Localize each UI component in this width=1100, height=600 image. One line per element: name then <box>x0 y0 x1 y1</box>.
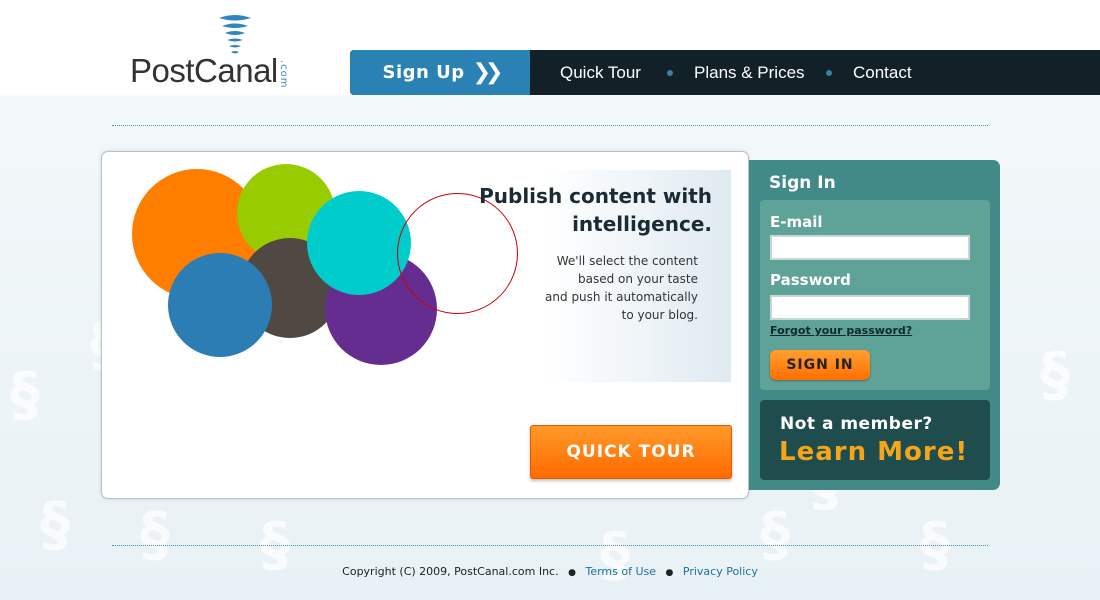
nav-separator-dot <box>667 70 673 76</box>
quick-tour-button[interactable]: QUICK TOUR <box>530 425 732 479</box>
site-logo[interactable]: PostCanal .com <box>130 12 305 92</box>
header-divider <box>112 125 988 126</box>
main-nav: Sign Up ❯❯ Quick Tour Plans & Prices Con… <box>350 50 1100 95</box>
footer-divider <box>112 545 988 546</box>
learn-more-box[interactable]: Not a member? Learn More! <box>760 400 990 480</box>
password-field[interactable] <box>770 295 970 320</box>
nav-item-contact[interactable]: Contact <box>853 50 912 95</box>
member-question: Not a member? <box>780 414 933 434</box>
footer: Copyright (C) 2009, PostCanal.com Inc. ●… <box>0 565 1100 578</box>
forgot-password-link[interactable]: Forgot your password? <box>770 324 912 337</box>
learn-more-link[interactable]: Learn More! <box>779 437 968 467</box>
signin-button[interactable]: SIGN IN <box>770 350 870 380</box>
logo-suffix: .com <box>278 60 289 89</box>
nav-separator-dot <box>826 70 832 76</box>
signin-title: Sign In <box>769 173 836 193</box>
signin-form: E-mail Password Forgot your password? SI… <box>760 200 990 390</box>
privacy-link[interactable]: Privacy Policy <box>683 565 758 578</box>
promo-headline: Publish content with intelligence. <box>479 184 712 236</box>
promo-panel: Publish content with intelligence. We'll… <box>101 151 749 499</box>
footer-separator: ● <box>665 568 674 578</box>
password-label: Password <box>770 271 851 289</box>
email-label: E-mail <box>770 213 823 231</box>
cyan-circle <box>307 191 411 295</box>
blue-circle <box>168 253 272 357</box>
signup-label: Sign Up <box>382 62 465 83</box>
copyright-text: Copyright (C) 2009, PostCanal.com Inc. <box>342 565 559 578</box>
email-field[interactable] <box>770 235 970 260</box>
footer-separator: ● <box>568 568 576 578</box>
signup-button[interactable]: Sign Up ❯❯ <box>350 50 530 95</box>
nav-item-plans-prices[interactable]: Plans & Prices <box>694 50 805 95</box>
logo-wordmark: PostCanal <box>130 52 278 89</box>
signin-panel: Sign In E-mail Password Forgot your pass… <box>749 160 1000 490</box>
promo-description: We'll select the content based on your t… <box>545 254 698 322</box>
nav-item-quick-tour[interactable]: Quick Tour <box>560 50 641 95</box>
terms-link[interactable]: Terms of Use <box>585 565 656 578</box>
double-chevron-right-icon: ❯❯ <box>472 60 504 85</box>
